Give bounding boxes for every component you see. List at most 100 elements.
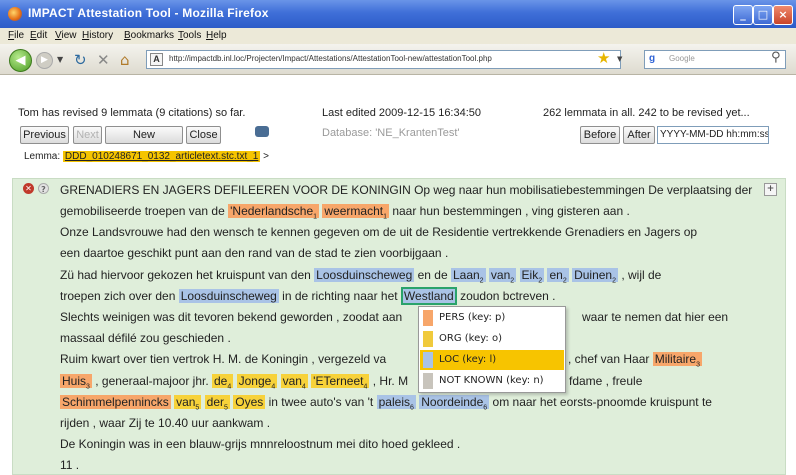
search-placeholder: Google <box>669 54 695 63</box>
menu-bookmarks[interactable]: Bookmarks <box>124 30 174 41</box>
ne-token-location[interactable]: paleis6 <box>376 395 416 412</box>
ne-token-person[interactable]: 'ETerneet4 <box>311 374 370 390</box>
pers-swatch <box>423 310 433 326</box>
citation-text: GRENADIERS EN JAGERS DEFILEEREN VOOR DE … <box>60 183 753 197</box>
home-icon[interactable]: ⌂ <box>120 51 130 69</box>
menu-help[interactable]: Help <box>206 30 227 41</box>
maximize-button[interactable]: □ <box>753 5 773 25</box>
forward-arrow-icon[interactable]: ▶ <box>36 52 53 69</box>
car-icon[interactable] <box>255 126 269 137</box>
address-bar[interactable]: A http://impactdb.inl.loc/Projecten/Impa… <box>146 50 621 69</box>
token-group: 6 <box>409 404 414 412</box>
back-arrow-icon[interactable]: ◀ <box>9 49 32 72</box>
ne-token-person[interactable]: der5 <box>204 395 230 411</box>
search-input[interactable]: g Google <box>644 50 786 69</box>
ne-token-location[interactable]: Loosduinscheweg <box>178 289 279 303</box>
token-text: Huis <box>62 374 87 388</box>
menu-item-pers[interactable]: PERS (key: p) <box>420 308 564 328</box>
delete-icon[interactable]: ✕ <box>23 183 34 194</box>
close-button[interactable]: Close <box>186 126 221 144</box>
next-button[interactable]: Next <box>73 126 102 144</box>
help-icon[interactable]: ? <box>38 183 49 194</box>
menu-view[interactable]: View <box>55 30 77 41</box>
date-time-field[interactable]: YYYY-MM-DD hh:mm:ss <box>657 126 769 144</box>
after-button[interactable]: After <box>623 126 655 144</box>
lemma-link[interactable]: DDD_010248671_0132_articletext.stc.txt_1 <box>62 151 261 162</box>
citation-text: 11 . <box>60 458 80 472</box>
title-bar: IMPACT Attestation Tool - Mozilla Firefo… <box>0 0 796 28</box>
citation-panel: ✕ ? + GRENADIERS EN JAGERS DEFILEEREN VO… <box>12 178 786 475</box>
token-text: 'ETerneet <box>313 374 364 388</box>
ne-token-person[interactable]: weermacht1 <box>322 204 389 220</box>
expand-plus-button[interactable]: + <box>764 183 777 196</box>
ne-token-location[interactable]: en2 <box>547 268 569 284</box>
token-text: van <box>176 395 196 409</box>
ne-token-person[interactable]: de4 <box>212 374 234 390</box>
ne-token-location[interactable]: van2 <box>488 268 517 284</box>
navigation-toolbar: ◀ ▶ ▼ ↻ ✕ ⌂ A http://impactdb.inl.loc/Pr… <box>0 44 796 75</box>
menu-item-org[interactable]: ORG (key: o) <box>420 329 564 349</box>
citation-line: De Koningin was in een blauw-grijs mnnre… <box>60 436 460 452</box>
menu-item-loc[interactable]: LOC (key: l) <box>420 350 564 370</box>
token-text: Duinen <box>574 268 613 282</box>
lemma-arrow[interactable]: > <box>263 151 269 162</box>
token-group: 4 <box>301 383 306 391</box>
token-text: paleis <box>378 395 410 409</box>
token-text: van <box>282 374 302 388</box>
close-window-button[interactable]: × <box>773 5 793 25</box>
history-dropdown-icon[interactable]: ▼ <box>57 55 63 64</box>
ne-token-person[interactable]: van5 <box>174 395 202 411</box>
database-label: Database: 'NE_KrantenTest' <box>322 127 460 139</box>
token-group: 2 <box>612 277 616 285</box>
menu-history[interactable]: History <box>82 30 113 41</box>
menu-item-label: LOC (key: l) <box>439 354 497 365</box>
loc-swatch <box>423 352 433 368</box>
menu-file[interactable]: File <box>8 30 24 41</box>
citation-line: een daartoe geschikt punt aan den rand v… <box>60 245 448 261</box>
citation-line: 11 . <box>60 457 79 473</box>
citation-text: naar hun bestemmingen , ving gisteren aa… <box>392 204 630 218</box>
ne-token-person[interactable]: Oyes <box>233 395 266 409</box>
citation-line: troepen zich over den Loosduinscheweg in… <box>60 287 555 305</box>
ne-token-location[interactable]: Noordeinde6 <box>419 395 490 411</box>
citation-text: in twee auto's van 't <box>268 395 374 409</box>
previous-button[interactable]: Previous <box>20 126 69 144</box>
citation-text: Onze Landsvrouwe had den wensch te kenne… <box>60 225 698 239</box>
url-dropdown-icon[interactable]: ▼ <box>617 55 622 63</box>
ne-token-location[interactable]: Eik2 <box>519 268 545 284</box>
ne-token-person[interactable]: Schimmelpennincks <box>60 395 171 409</box>
google-icon[interactable]: g <box>649 53 655 64</box>
ne-token-person[interactable]: 'Nederlandsche1 <box>228 204 320 220</box>
menu-tools[interactable]: Tools <box>178 30 201 41</box>
ne-token-location[interactable]: Duinen2 <box>572 268 618 285</box>
token-text: de <box>214 374 228 388</box>
ne-token-person[interactable]: Militaire3 <box>652 352 702 368</box>
citation-text: massaal défilé zou geschieden . <box>60 331 231 345</box>
ne-token-selected[interactable]: Westland <box>400 287 457 305</box>
ne-token-location[interactable]: Loosduinscheweg <box>314 268 415 282</box>
token-text: Laan <box>452 268 480 282</box>
citation-line: Huis3 , generaal-majoor jhr. de4 Jonge4 … <box>60 373 642 391</box>
lemma-label: Lemma: <box>24 151 61 162</box>
ne-token-person[interactable]: Jonge4 <box>236 374 278 390</box>
ne-token-person[interactable]: Huis3 <box>60 374 92 391</box>
lemmata-count: 262 lemmata in all. 242 to be revised ye… <box>543 107 750 119</box>
reload-icon[interactable]: ↻ <box>74 51 87 69</box>
citation-text: waar te nemen dat hier een <box>582 310 729 324</box>
token-group: 3 <box>86 383 90 391</box>
search-icon[interactable]: ⚲ <box>771 50 781 65</box>
ne-token-person[interactable]: van4 <box>280 374 308 391</box>
token-text: van <box>490 268 511 282</box>
ne-token-location[interactable]: Laan2 <box>450 268 486 284</box>
bookmark-star-icon[interactable]: ★ <box>597 49 610 67</box>
entity-type-menu: PERS (key: p) ORG (key: o) LOC (key: l) … <box>418 306 566 393</box>
revision-status: Tom has revised 9 lemmata (9 citations) … <box>18 107 246 119</box>
minimize-button[interactable]: _ <box>733 5 753 25</box>
citation-line: GRENADIERS EN JAGERS DEFILEEREN VOOR DE … <box>60 182 752 198</box>
menu-item-not-known[interactable]: NOT KNOWN (key: n) <box>420 371 564 391</box>
before-button[interactable]: Before <box>580 126 620 144</box>
token-text: Eik <box>521 268 539 282</box>
menu-edit[interactable]: Edit <box>30 30 47 41</box>
new-button[interactable]: New <box>105 126 183 144</box>
stop-icon[interactable]: ✕ <box>97 51 110 69</box>
